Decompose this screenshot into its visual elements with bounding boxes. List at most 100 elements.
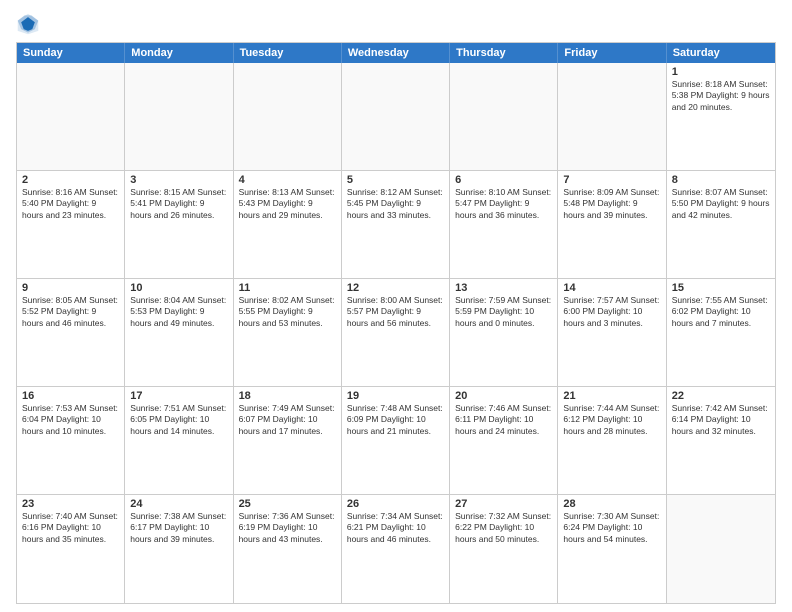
cell-details: Sunrise: 8:10 AM Sunset: 5:47 PM Dayligh… [455,187,552,221]
page-header [16,12,776,36]
calendar-cell [450,63,558,170]
calendar-cell [342,63,450,170]
day-number: 10 [130,282,227,294]
cell-details: Sunrise: 7:49 AM Sunset: 6:07 PM Dayligh… [239,403,336,437]
cell-details: Sunrise: 7:38 AM Sunset: 6:17 PM Dayligh… [130,511,227,545]
cell-details: Sunrise: 8:04 AM Sunset: 5:53 PM Dayligh… [130,295,227,329]
calendar-cell: 16Sunrise: 7:53 AM Sunset: 6:04 PM Dayli… [17,387,125,494]
calendar-cell: 12Sunrise: 8:00 AM Sunset: 5:57 PM Dayli… [342,279,450,386]
cell-details: Sunrise: 8:15 AM Sunset: 5:41 PM Dayligh… [130,187,227,221]
cell-details: Sunrise: 8:16 AM Sunset: 5:40 PM Dayligh… [22,187,119,221]
day-number: 23 [22,498,119,510]
cell-details: Sunrise: 7:53 AM Sunset: 6:04 PM Dayligh… [22,403,119,437]
calendar-header-friday: Friday [558,43,666,63]
logo [16,12,44,36]
calendar-cell: 17Sunrise: 7:51 AM Sunset: 6:05 PM Dayli… [125,387,233,494]
day-number: 17 [130,390,227,402]
cell-details: Sunrise: 8:02 AM Sunset: 5:55 PM Dayligh… [239,295,336,329]
calendar-cell: 1Sunrise: 8:18 AM Sunset: 5:38 PM Daylig… [667,63,775,170]
cell-details: Sunrise: 7:40 AM Sunset: 6:16 PM Dayligh… [22,511,119,545]
day-number: 24 [130,498,227,510]
calendar: SundayMondayTuesdayWednesdayThursdayFrid… [16,42,776,604]
day-number: 15 [672,282,770,294]
day-number: 14 [563,282,660,294]
calendar-cell: 6Sunrise: 8:10 AM Sunset: 5:47 PM Daylig… [450,171,558,278]
calendar-cell: 18Sunrise: 7:49 AM Sunset: 6:07 PM Dayli… [234,387,342,494]
cell-details: Sunrise: 7:51 AM Sunset: 6:05 PM Dayligh… [130,403,227,437]
day-number: 2 [22,174,119,186]
cell-details: Sunrise: 8:09 AM Sunset: 5:48 PM Dayligh… [563,187,660,221]
calendar-cell [125,63,233,170]
calendar-cell: 2Sunrise: 8:16 AM Sunset: 5:40 PM Daylig… [17,171,125,278]
calendar-cell: 4Sunrise: 8:13 AM Sunset: 5:43 PM Daylig… [234,171,342,278]
day-number: 7 [563,174,660,186]
day-number: 28 [563,498,660,510]
day-number: 6 [455,174,552,186]
logo-icon [16,12,40,36]
calendar-cell: 13Sunrise: 7:59 AM Sunset: 5:59 PM Dayli… [450,279,558,386]
calendar-body: 1Sunrise: 8:18 AM Sunset: 5:38 PM Daylig… [17,63,775,603]
calendar-cell: 15Sunrise: 7:55 AM Sunset: 6:02 PM Dayli… [667,279,775,386]
cell-details: Sunrise: 7:57 AM Sunset: 6:00 PM Dayligh… [563,295,660,329]
day-number: 4 [239,174,336,186]
calendar-cell [234,63,342,170]
day-number: 21 [563,390,660,402]
day-number: 1 [672,66,770,78]
day-number: 27 [455,498,552,510]
cell-details: Sunrise: 8:07 AM Sunset: 5:50 PM Dayligh… [672,187,770,221]
day-number: 9 [22,282,119,294]
calendar-cell: 19Sunrise: 7:48 AM Sunset: 6:09 PM Dayli… [342,387,450,494]
calendar-cell [17,63,125,170]
day-number: 18 [239,390,336,402]
calendar-row-4: 23Sunrise: 7:40 AM Sunset: 6:16 PM Dayli… [17,495,775,603]
calendar-cell: 21Sunrise: 7:44 AM Sunset: 6:12 PM Dayli… [558,387,666,494]
day-number: 26 [347,498,444,510]
calendar-cell [667,495,775,603]
day-number: 8 [672,174,770,186]
calendar-cell: 10Sunrise: 8:04 AM Sunset: 5:53 PM Dayli… [125,279,233,386]
cell-details: Sunrise: 7:46 AM Sunset: 6:11 PM Dayligh… [455,403,552,437]
calendar-cell: 24Sunrise: 7:38 AM Sunset: 6:17 PM Dayli… [125,495,233,603]
calendar-cell: 27Sunrise: 7:32 AM Sunset: 6:22 PM Dayli… [450,495,558,603]
calendar-row-1: 2Sunrise: 8:16 AM Sunset: 5:40 PM Daylig… [17,171,775,279]
cell-details: Sunrise: 8:05 AM Sunset: 5:52 PM Dayligh… [22,295,119,329]
calendar-cell: 5Sunrise: 8:12 AM Sunset: 5:45 PM Daylig… [342,171,450,278]
cell-details: Sunrise: 8:13 AM Sunset: 5:43 PM Dayligh… [239,187,336,221]
cell-details: Sunrise: 7:32 AM Sunset: 6:22 PM Dayligh… [455,511,552,545]
cell-details: Sunrise: 8:12 AM Sunset: 5:45 PM Dayligh… [347,187,444,221]
calendar-cell: 9Sunrise: 8:05 AM Sunset: 5:52 PM Daylig… [17,279,125,386]
cell-details: Sunrise: 7:36 AM Sunset: 6:19 PM Dayligh… [239,511,336,545]
calendar-row-0: 1Sunrise: 8:18 AM Sunset: 5:38 PM Daylig… [17,63,775,171]
cell-details: Sunrise: 8:18 AM Sunset: 5:38 PM Dayligh… [672,79,770,113]
calendar-cell: 26Sunrise: 7:34 AM Sunset: 6:21 PM Dayli… [342,495,450,603]
calendar-header-monday: Monday [125,43,233,63]
calendar-cell: 7Sunrise: 8:09 AM Sunset: 5:48 PM Daylig… [558,171,666,278]
calendar-cell: 3Sunrise: 8:15 AM Sunset: 5:41 PM Daylig… [125,171,233,278]
cell-details: Sunrise: 8:00 AM Sunset: 5:57 PM Dayligh… [347,295,444,329]
calendar-header-saturday: Saturday [667,43,775,63]
day-number: 5 [347,174,444,186]
day-number: 13 [455,282,552,294]
calendar-header-tuesday: Tuesday [234,43,342,63]
calendar-header: SundayMondayTuesdayWednesdayThursdayFrid… [17,43,775,63]
calendar-cell: 22Sunrise: 7:42 AM Sunset: 6:14 PM Dayli… [667,387,775,494]
cell-details: Sunrise: 7:48 AM Sunset: 6:09 PM Dayligh… [347,403,444,437]
day-number: 20 [455,390,552,402]
day-number: 3 [130,174,227,186]
calendar-cell [558,63,666,170]
cell-details: Sunrise: 7:30 AM Sunset: 6:24 PM Dayligh… [563,511,660,545]
day-number: 11 [239,282,336,294]
cell-details: Sunrise: 7:59 AM Sunset: 5:59 PM Dayligh… [455,295,552,329]
calendar-cell: 20Sunrise: 7:46 AM Sunset: 6:11 PM Dayli… [450,387,558,494]
cell-details: Sunrise: 7:42 AM Sunset: 6:14 PM Dayligh… [672,403,770,437]
calendar-cell: 11Sunrise: 8:02 AM Sunset: 5:55 PM Dayli… [234,279,342,386]
calendar-header-thursday: Thursday [450,43,558,63]
day-number: 12 [347,282,444,294]
day-number: 19 [347,390,444,402]
calendar-cell: 25Sunrise: 7:36 AM Sunset: 6:19 PM Dayli… [234,495,342,603]
day-number: 22 [672,390,770,402]
cell-details: Sunrise: 7:34 AM Sunset: 6:21 PM Dayligh… [347,511,444,545]
calendar-cell: 28Sunrise: 7:30 AM Sunset: 6:24 PM Dayli… [558,495,666,603]
cell-details: Sunrise: 7:44 AM Sunset: 6:12 PM Dayligh… [563,403,660,437]
calendar-row-2: 9Sunrise: 8:05 AM Sunset: 5:52 PM Daylig… [17,279,775,387]
